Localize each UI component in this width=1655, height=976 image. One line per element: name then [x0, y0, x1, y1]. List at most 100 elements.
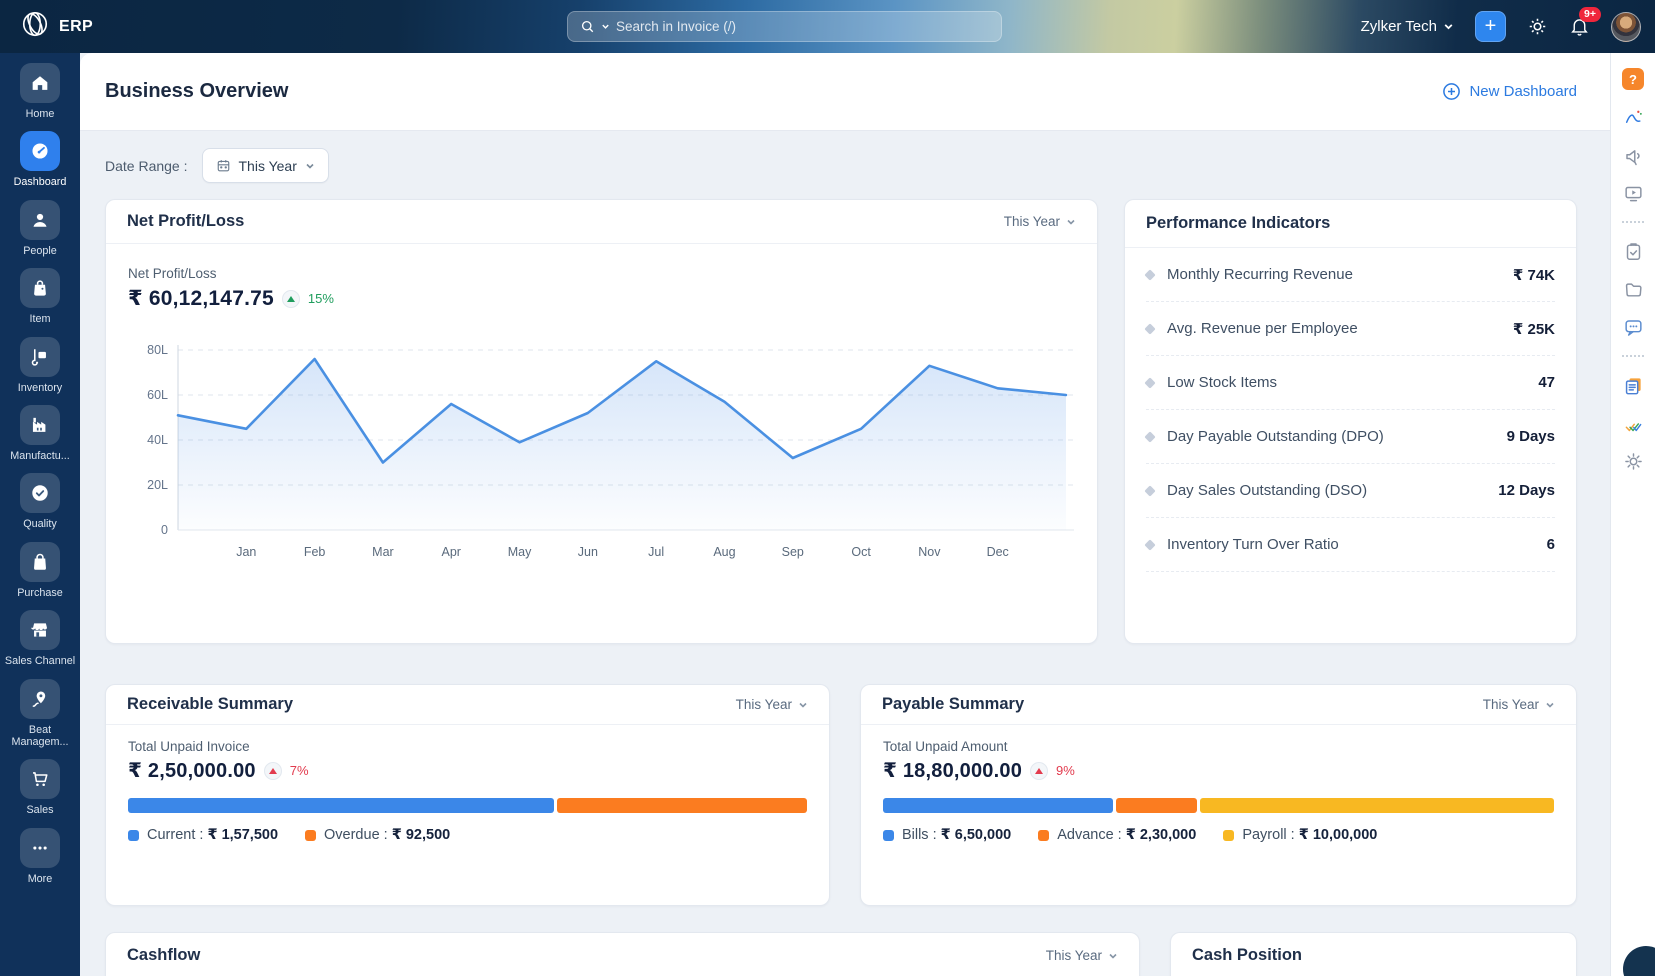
people-icon [29, 209, 51, 231]
inventory-icon [29, 346, 51, 368]
change-percent: 9% [1056, 763, 1075, 778]
chevron-down-icon [1443, 21, 1454, 32]
metric-label: Total Unpaid Amount [883, 739, 1554, 754]
date-range-label: Date Range : [105, 158, 188, 174]
manufacturing-icon [29, 414, 51, 436]
indicator-label: Monthly Recurring Revenue [1167, 266, 1513, 283]
diamond-bullet-icon [1144, 323, 1155, 334]
svg-text:Nov: Nov [918, 545, 941, 559]
org-switcher[interactable]: Zylker Tech [1361, 18, 1454, 35]
bills-bar-segment [883, 798, 1113, 813]
sidebar-item-home[interactable]: Home [0, 63, 80, 120]
purchase-icon [29, 551, 51, 573]
chevron-down-icon [1066, 217, 1076, 227]
card-title: Cash Position [1192, 946, 1302, 965]
plus-circle-icon [1442, 82, 1461, 101]
legend-item-payroll: Payroll : ₹ 10,00,000 [1223, 827, 1377, 843]
overdue-bar-segment [557, 798, 807, 813]
legend-item-overdue: Overdue : ₹ 92,500 [305, 827, 450, 843]
svg-text:Jan: Jan [236, 545, 256, 559]
trend-up-icon [282, 290, 300, 308]
card-title: Payable Summary [882, 695, 1024, 714]
legend-item-current: Current : ₹ 1,57,500 [128, 827, 278, 843]
home-icon [29, 72, 51, 94]
legend-label: Advance : ₹ 2,30,000 [1057, 827, 1196, 843]
date-range-select[interactable]: This Year [202, 148, 329, 183]
diamond-bullet-icon [1144, 485, 1155, 496]
svg-text:Jul: Jul [648, 545, 664, 559]
chevron-down-icon [305, 161, 315, 171]
change-percent: 7% [290, 763, 309, 778]
notifications-button[interactable]: 9+ [1569, 16, 1590, 37]
indicator-value: 9 Days [1507, 428, 1555, 445]
sidebar-item-purchase[interactable]: Purchase [0, 542, 80, 599]
diamond-bullet-icon [1144, 269, 1155, 280]
payable-period-select[interactable]: This Year [1483, 697, 1555, 712]
sidebar-item-quality[interactable]: Quality [0, 473, 80, 530]
sidebar-item-sales[interactable]: Sales [0, 759, 80, 816]
sales-channel-icon [29, 619, 51, 641]
announcement-button[interactable] [1621, 143, 1645, 167]
search-scope-chevron-icon[interactable] [601, 22, 610, 31]
svg-text:Jun: Jun [578, 545, 598, 559]
net-profit-period-select[interactable]: This Year [1004, 214, 1076, 229]
signature-button[interactable] [1621, 411, 1645, 435]
sidebar-item-sales-channel[interactable]: Sales Channel [0, 610, 80, 667]
dotted-divider [1622, 355, 1644, 357]
sidebar-item-inventory[interactable]: Inventory [0, 337, 80, 394]
trend-up-icon [1030, 762, 1048, 780]
signature-icon [1623, 413, 1644, 434]
cashflow-period-select[interactable]: This Year [1046, 948, 1118, 963]
diamond-bullet-icon [1144, 539, 1155, 550]
indicator-value: ₹ 25K [1513, 320, 1555, 338]
zia-button[interactable] [1621, 105, 1645, 129]
performance-row: Low Stock Items47 [1146, 356, 1555, 410]
tasks-icon [1623, 241, 1644, 262]
user-avatar[interactable] [1611, 12, 1641, 42]
indicator-label: Inventory Turn Over Ratio [1167, 536, 1547, 553]
gear-icon [1527, 16, 1548, 37]
svg-text:60L: 60L [147, 388, 168, 402]
settings-button[interactable] [1527, 16, 1548, 37]
help-button[interactable]: ? [1621, 67, 1645, 91]
performance-row: Monthly Recurring Revenue₹ 74K [1146, 248, 1555, 302]
sidebar-item-label: People [1, 245, 79, 257]
sidebar-item-label: Inventory [1, 382, 79, 394]
indicator-label: Low Stock Items [1167, 374, 1538, 391]
dashboard-content: Date Range : This Year Net Profit/Loss T… [80, 131, 1610, 976]
indicator-label: Day Payable Outstanding (DPO) [1167, 428, 1507, 445]
quick-create-button[interactable]: + [1475, 11, 1506, 42]
sidebar-item-people[interactable]: People [0, 200, 80, 257]
whats-new-button[interactable] [1621, 373, 1645, 397]
right-utility-sidebar: ? [1610, 53, 1655, 976]
org-name: Zylker Tech [1361, 18, 1437, 35]
global-search-input[interactable]: Search in Invoice (/) [567, 11, 1002, 42]
diamond-bullet-icon [1144, 431, 1155, 442]
new-dashboard-button[interactable]: New Dashboard [1442, 82, 1577, 101]
receivable-period-select[interactable]: This Year [736, 697, 808, 712]
sidebar-item-beat-managem[interactable]: Beat Managem... [0, 679, 80, 749]
demo-video-button[interactable] [1621, 181, 1645, 205]
sidebar-item-manufactu[interactable]: Manufactu... [0, 405, 80, 462]
feedback-chat-icon [1623, 317, 1644, 338]
sidebar-item-label: Sales Channel [1, 655, 79, 667]
svg-text:May: May [508, 545, 532, 559]
sales-icon [29, 768, 51, 790]
page-title: Business Overview [105, 80, 288, 103]
documents-folder-button[interactable] [1621, 277, 1645, 301]
sidebar-item-dashboard[interactable]: Dashboard [0, 131, 80, 188]
svg-text:Oct: Oct [851, 545, 871, 559]
main-content: Business Overview New Dashboard Date Ran… [80, 53, 1610, 976]
tasks-button[interactable] [1621, 239, 1645, 263]
sidebar-item-item[interactable]: Item [0, 268, 80, 325]
receivable-legend: Current : ₹ 1,57,500 Overdue : ₹ 92,500 [128, 827, 807, 843]
feedback-chat-button[interactable] [1621, 315, 1645, 339]
svg-text:20L: 20L [147, 478, 168, 492]
beat-management-icon [29, 688, 51, 710]
sidebar-item-more[interactable]: More [0, 828, 80, 885]
settings-button[interactable] [1621, 449, 1645, 473]
metric-label: Total Unpaid Invoice [128, 739, 807, 754]
dashboard-icon [29, 140, 51, 162]
date-range-value: This Year [239, 158, 297, 174]
indicator-label: Avg. Revenue per Employee [1167, 320, 1513, 337]
